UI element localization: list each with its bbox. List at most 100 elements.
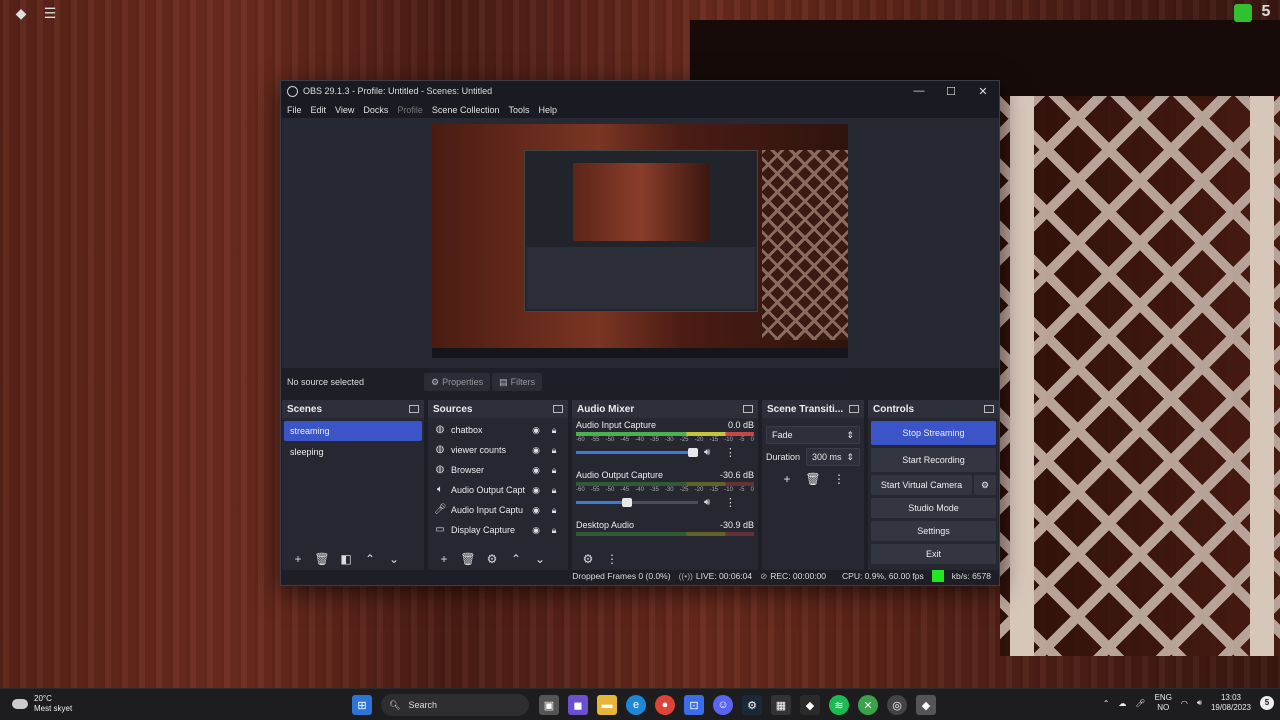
source-item[interactable]: 🎤︎ Audio Input Captu ◉ 🔒︎	[428, 500, 568, 520]
search-box[interactable]: 🔍︎ Search	[381, 694, 529, 716]
start-recording-button[interactable]: Start Recording	[871, 448, 996, 472]
eye-icon[interactable]: ◉	[527, 485, 545, 496]
properties-button[interactable]: ⚙ Properties	[424, 373, 491, 391]
scene-item-sleeping[interactable]: sleeping	[284, 442, 422, 462]
lock-icon[interactable]: 🔒︎	[545, 425, 563, 436]
eye-icon[interactable]: ◉	[527, 525, 545, 536]
move-up-icon[interactable]: ⌃	[504, 552, 528, 566]
store-icon[interactable]: ⊡	[684, 695, 704, 715]
undock-icon[interactable]	[849, 405, 859, 413]
discord-icon[interactable]: ☺	[713, 695, 733, 715]
chevron-updown-icon[interactable]: ⇕	[846, 452, 854, 463]
lock-icon[interactable]: 🔒︎	[545, 485, 563, 496]
advanced-audio-icon[interactable]: ⚙	[576, 552, 600, 566]
file-explorer-icon[interactable]: ▬	[597, 695, 617, 715]
lock-icon[interactable]: 🔒︎	[545, 445, 563, 456]
language-indicator[interactable]: ENG NO	[1155, 693, 1172, 713]
more-options-icon[interactable]: ⋮	[722, 446, 738, 459]
microphone-icon[interactable]: 🎤︎	[1135, 699, 1145, 708]
filters-button[interactable]: ▤ Filters	[492, 373, 543, 391]
undock-icon[interactable]	[984, 405, 994, 413]
add-source-icon[interactable]: +	[432, 552, 456, 566]
add-transition-icon[interactable]: +	[774, 472, 800, 486]
source-item[interactable]: ◍ viewer counts ◉ 🔒︎	[428, 440, 568, 460]
eye-icon[interactable]: ◉	[527, 445, 545, 456]
source-item[interactable]: ▭ Display Capture ◉ 🔒︎	[428, 520, 568, 540]
undock-icon[interactable]	[743, 405, 753, 413]
chrome-icon[interactable]: ●	[655, 695, 675, 715]
settings-button[interactable]: Settings	[871, 521, 996, 541]
more-options-icon[interactable]: ⋮	[722, 496, 738, 509]
virtual-camera-settings-icon[interactable]: ⚙	[974, 475, 996, 495]
undock-icon[interactable]	[553, 405, 563, 413]
remove-transition-icon[interactable]: 🗑	[800, 472, 826, 486]
xbox-icon[interactable]: ✕	[858, 695, 878, 715]
chevron-up-icon[interactable]: ⌃	[1103, 699, 1110, 708]
edge-icon[interactable]: e	[626, 695, 646, 715]
exit-button[interactable]: Exit	[871, 544, 996, 564]
obs-icon[interactable]: ◎	[887, 695, 907, 715]
volume-slider[interactable]	[576, 448, 698, 457]
remove-scene-icon[interactable]: 🗑	[310, 552, 334, 566]
app-icon[interactable]: ◆	[800, 695, 820, 715]
notes-desktop-icon[interactable]: ☰	[42, 5, 58, 21]
close-button[interactable]: ✕	[967, 85, 999, 98]
steam-icon[interactable]: ⚙	[742, 695, 762, 715]
duration-spinbox[interactable]: 300 ms ⇕	[806, 448, 860, 466]
move-down-icon[interactable]: ⌄	[382, 552, 406, 566]
source-properties-icon[interactable]: ⚙	[480, 552, 504, 566]
speaker-icon[interactable]: 🔊︎	[704, 497, 710, 508]
app-tray-icon[interactable]	[1234, 4, 1252, 22]
more-options-icon[interactable]: ⋮	[600, 552, 624, 566]
spotify-icon[interactable]: ≋	[829, 695, 849, 715]
scale-tick: -55	[590, 437, 600, 443]
title-bar[interactable]: OBS 29.1.3 - Profile: Untitled - Scenes:…	[281, 81, 999, 101]
preview-area[interactable]	[282, 118, 999, 368]
menu-view[interactable]: View	[335, 105, 354, 115]
menu-file[interactable]: File	[287, 105, 302, 115]
start-icon[interactable]: ⊞	[352, 695, 372, 715]
teams-icon[interactable]: ◼	[568, 695, 588, 715]
cloud-tray-icon[interactable]: ☁	[1118, 699, 1126, 708]
transition-select[interactable]: Fade ⇕	[766, 426, 860, 444]
move-down-icon[interactable]: ⌄	[528, 552, 552, 566]
menu-docks[interactable]: Docks	[363, 105, 388, 115]
speaker-icon[interactable]: 🔊︎	[704, 447, 710, 458]
task-view-icon[interactable]: ▣	[539, 695, 559, 715]
more-options-icon[interactable]: ⋮	[826, 472, 852, 486]
lock-icon[interactable]: 🔒︎	[545, 525, 563, 536]
lock-icon[interactable]: 🔒︎	[545, 465, 563, 476]
studio-mode-button[interactable]: Studio Mode	[871, 498, 996, 518]
remove-source-icon[interactable]: 🗑	[456, 552, 480, 566]
wifi-icon[interactable]: ◠	[1181, 699, 1188, 708]
add-scene-icon[interactable]: +	[286, 552, 310, 566]
clock[interactable]: 13:03 19/08/2023	[1211, 693, 1251, 713]
maximize-button[interactable]: ☐	[935, 85, 967, 98]
minimize-button[interactable]: —	[903, 85, 935, 97]
start-virtual-camera-button[interactable]: Start Virtual Camera	[871, 475, 972, 495]
scene-filters-icon[interactable]: ◧	[334, 552, 358, 566]
minecraft-icon[interactable]: ▦	[771, 695, 791, 715]
source-item[interactable]: ◍ chatbox ◉ 🔒︎	[428, 420, 568, 440]
move-up-icon[interactable]: ⌃	[358, 552, 382, 566]
source-item[interactable]: 🔈︎ Audio Output Capt ◉ 🔒︎	[428, 480, 568, 500]
weather-widget[interactable]: 20°C Mest skyet	[12, 694, 72, 714]
menu-edit[interactable]: Edit	[311, 105, 327, 115]
eye-icon[interactable]: ◉	[527, 465, 545, 476]
menu-help[interactable]: Help	[538, 105, 557, 115]
volume-slider[interactable]	[576, 498, 698, 507]
eye-icon[interactable]: ◉	[527, 425, 545, 436]
roblox-desktop-icon[interactable]: ◆	[13, 5, 29, 21]
undock-icon[interactable]	[409, 405, 419, 413]
notification-badge[interactable]: 5	[1260, 696, 1274, 710]
eye-icon[interactable]: ◉	[527, 505, 545, 516]
menu-tools[interactable]: Tools	[508, 105, 529, 115]
volume-icon[interactable]: 🔊︎	[1197, 698, 1202, 708]
menu-scene-collection[interactable]: Scene Collection	[432, 105, 500, 115]
roblox-icon[interactable]: ◆	[916, 695, 936, 715]
source-item[interactable]: ◍ Browser ◉ 🔒︎	[428, 460, 568, 480]
menu-profile[interactable]: Profile	[397, 105, 423, 115]
lock-icon[interactable]: 🔒︎	[545, 505, 563, 516]
scene-item-streaming[interactable]: streaming	[284, 421, 422, 441]
stop-streaming-button[interactable]: Stop Streaming	[871, 421, 996, 445]
